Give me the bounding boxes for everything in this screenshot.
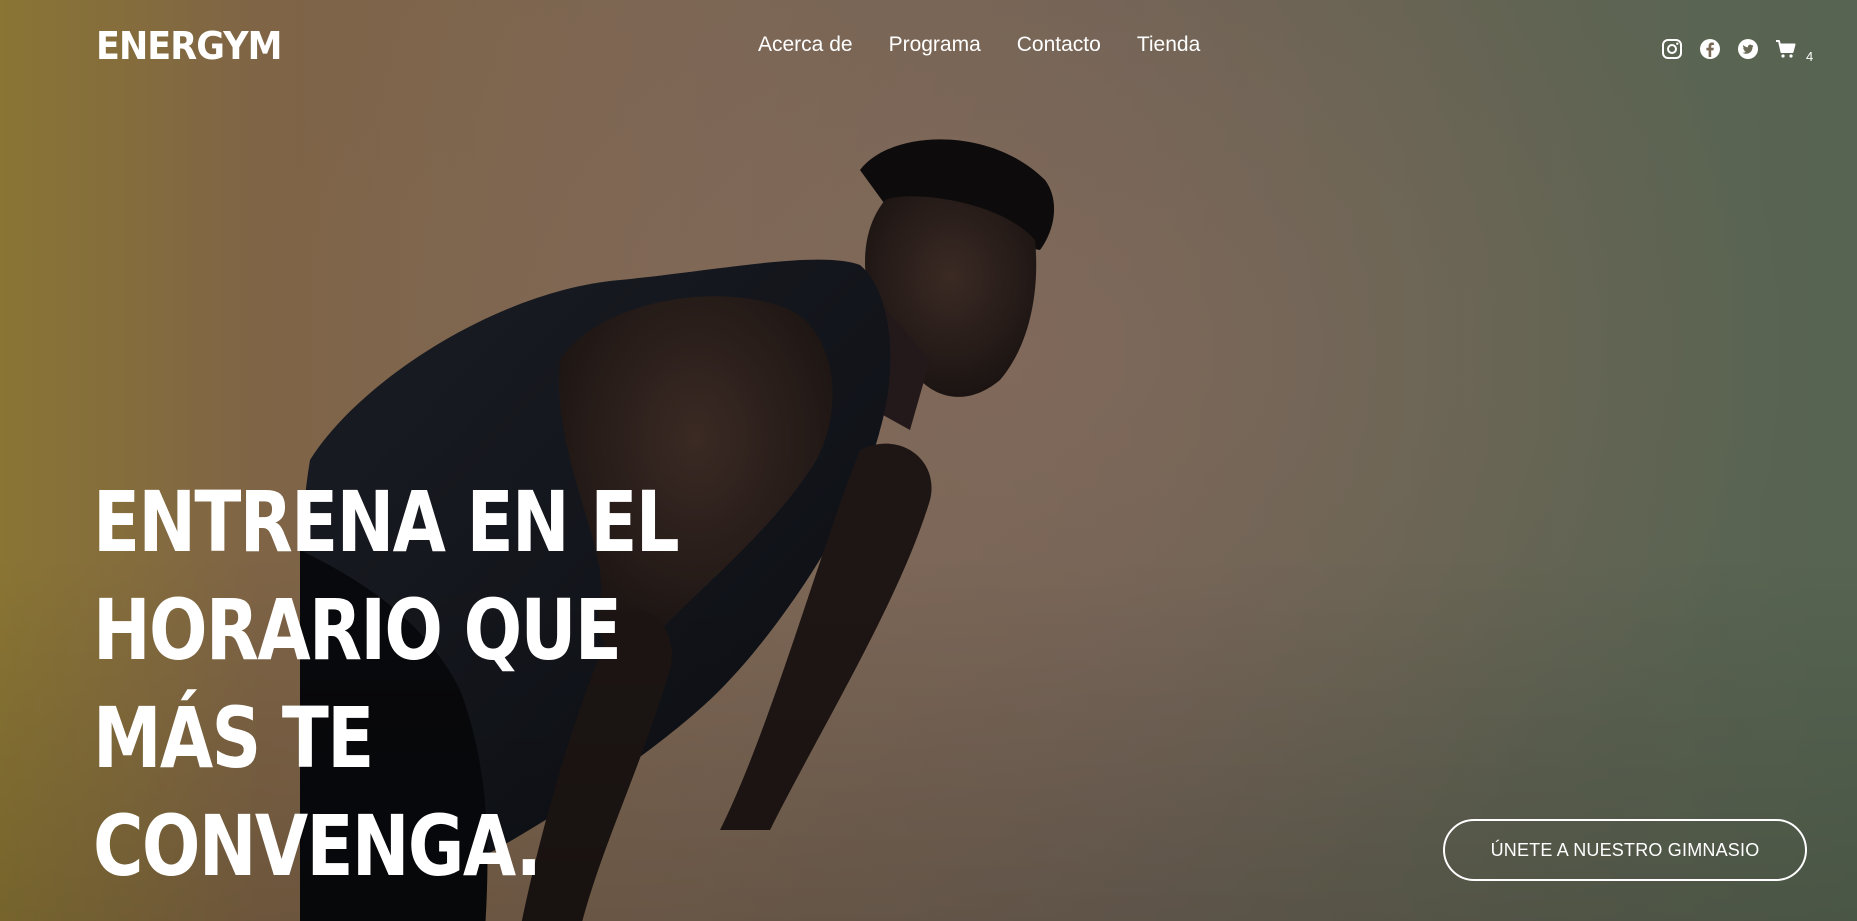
facebook-icon[interactable] [1698,37,1722,61]
nav-item-contacto[interactable]: Contacto [1017,33,1101,57]
main-nav: Acerca de Programa Contacto Tienda [758,33,1200,57]
brand-logo[interactable]: ENERGYM [96,24,282,68]
headline-line-1: ENTRENA EN EL [93,473,680,571]
twitter-icon[interactable] [1736,37,1760,61]
headline-line-2: HORARIO QUE [93,581,622,679]
headline-line-3: MÁS TE [93,689,374,787]
cart-count-badge: 4 [1806,49,1814,64]
join-gym-button[interactable]: ÚNETE A NUESTRO GIMNASIO [1443,819,1807,881]
nav-item-programa[interactable]: Programa [889,33,981,57]
headline-line-4: CONVENGA. [93,797,542,895]
nav-item-tienda[interactable]: Tienda [1137,33,1200,57]
instagram-icon[interactable] [1660,37,1684,61]
cart-icon[interactable] [1774,37,1798,61]
social-icons: 4 [1660,33,1813,64]
hero-headline: ENTRENA EN EL HORARIO QUE MÁS TE CONVENG… [93,468,683,900]
nav-item-acerca-de[interactable]: Acerca de [758,33,853,57]
hero-section: ENERGYM Acerca de Programa Contacto Tien… [0,0,1857,921]
